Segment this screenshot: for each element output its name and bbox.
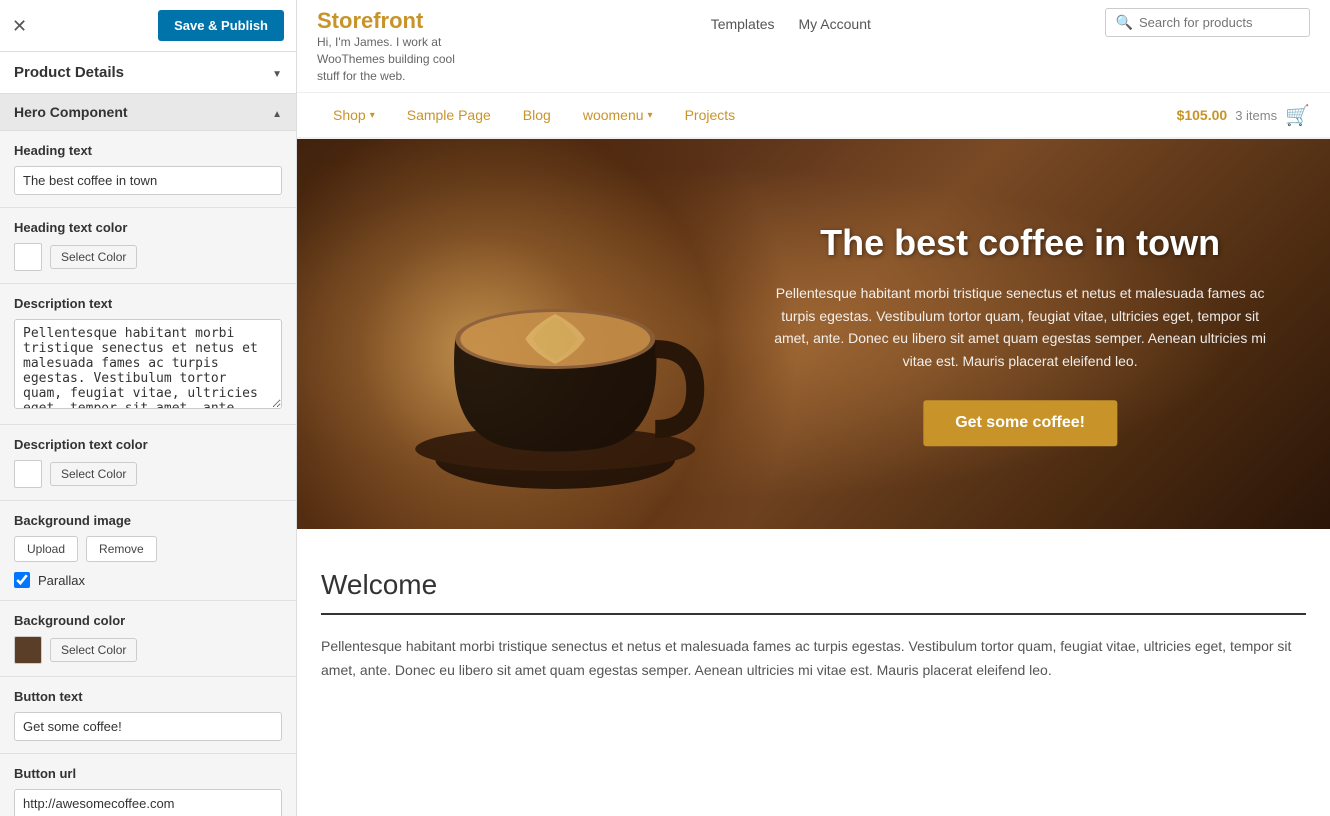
hero-button[interactable]: Get some coffee! bbox=[923, 400, 1117, 446]
description-text-input[interactable]: Pellentesque habitant morbi tristique se… bbox=[14, 319, 282, 409]
button-url-input[interactable] bbox=[14, 789, 282, 816]
save-publish-button[interactable]: Save & Publish bbox=[158, 10, 284, 41]
hero-coffee-image bbox=[297, 139, 814, 529]
background-color-label: Background color bbox=[14, 613, 282, 628]
heading-text-label: Heading text bbox=[14, 143, 282, 158]
button-url-label: Button url bbox=[14, 766, 282, 781]
welcome-text: Pellentesque habitant morbi tristique se… bbox=[321, 635, 1306, 683]
hero-content: The best coffee in town Pellentesque hab… bbox=[762, 223, 1279, 447]
cart-items: 3 items bbox=[1235, 108, 1277, 123]
background-color-section: Background color Select Color bbox=[0, 601, 296, 677]
store-name: Storefront bbox=[317, 8, 477, 34]
button-text-section: Button text bbox=[0, 677, 296, 754]
heading-text-section: Heading text bbox=[0, 131, 296, 208]
nav-sample-page[interactable]: Sample Page bbox=[391, 93, 507, 137]
heading-color-section: Heading text color Select Color bbox=[0, 208, 296, 284]
heading-color-swatch[interactable] bbox=[14, 243, 42, 271]
description-text-label: Description text bbox=[14, 296, 282, 311]
nav2-links: Shop ▾ Sample Page Blog woomenu ▾ Projec… bbox=[317, 93, 751, 137]
search-icon: 🔍 bbox=[1116, 14, 1133, 31]
hero-component-header: Hero Component bbox=[0, 94, 296, 131]
cart-area: $105.00 3 items 🛒 bbox=[1177, 103, 1310, 128]
hero-description: Pellentesque habitant morbi tristique se… bbox=[762, 283, 1279, 373]
product-details-label: Product Details bbox=[14, 64, 124, 81]
hero-heading: The best coffee in town bbox=[762, 223, 1279, 265]
search-input[interactable] bbox=[1139, 15, 1299, 30]
store-tagline: Hi, I'm James. I work at WooThemes build… bbox=[317, 34, 477, 84]
description-color-row: Select Color bbox=[14, 460, 282, 488]
background-image-label: Background image bbox=[14, 513, 282, 528]
background-image-buttons: Upload Remove bbox=[14, 536, 282, 562]
nav-blog[interactable]: Blog bbox=[507, 93, 567, 137]
shop-arrow: ▾ bbox=[370, 110, 375, 121]
cart-total: $105.00 bbox=[1177, 107, 1228, 123]
nav-projects[interactable]: Projects bbox=[669, 93, 752, 137]
parallax-label: Parallax bbox=[38, 573, 85, 588]
welcome-title: Welcome bbox=[321, 569, 1306, 601]
hero-component-chevron[interactable] bbox=[272, 104, 282, 120]
button-text-input[interactable] bbox=[14, 712, 282, 741]
cart-icon[interactable]: 🛒 bbox=[1285, 103, 1310, 128]
hero-component-label: Hero Component bbox=[14, 104, 128, 120]
description-select-color-button[interactable]: Select Color bbox=[50, 462, 137, 486]
button-url-section: Button url bbox=[0, 754, 296, 816]
woomenu-arrow: ▾ bbox=[648, 110, 653, 121]
description-text-section: Description text Pellentesque habitant m… bbox=[0, 284, 296, 425]
product-details-header: Product Details bbox=[0, 52, 296, 94]
heading-color-row: Select Color bbox=[14, 243, 282, 271]
description-color-section: Description text color Select Color bbox=[0, 425, 296, 501]
heading-color-label: Heading text color bbox=[14, 220, 282, 235]
hero-section: The best coffee in town Pellentesque hab… bbox=[297, 139, 1330, 529]
welcome-section: Welcome Pellentesque habitant morbi tris… bbox=[297, 529, 1330, 707]
close-button[interactable]: ✕ bbox=[12, 17, 27, 35]
right-panel: Storefront Hi, I'm James. I work at WooT… bbox=[297, 0, 1330, 816]
nav-woomenu[interactable]: woomenu ▾ bbox=[567, 93, 669, 137]
product-details-chevron[interactable] bbox=[272, 64, 282, 81]
parallax-row: Parallax bbox=[14, 572, 282, 588]
store-search-box: 🔍 bbox=[1105, 8, 1310, 37]
heading-text-input[interactable] bbox=[14, 166, 282, 195]
my-account-link[interactable]: My Account bbox=[799, 16, 871, 32]
upload-button[interactable]: Upload bbox=[14, 536, 78, 562]
left-panel: ✕ Save & Publish Product Details Hero Co… bbox=[0, 0, 297, 816]
background-image-section: Background image Upload Remove Parallax bbox=[0, 501, 296, 601]
background-color-row: Select Color bbox=[14, 636, 282, 664]
store-secondary-nav: Shop ▾ Sample Page Blog woomenu ▾ Projec… bbox=[297, 93, 1330, 139]
button-text-label: Button text bbox=[14, 689, 282, 704]
parallax-checkbox[interactable] bbox=[14, 572, 30, 588]
description-color-label: Description text color bbox=[14, 437, 282, 452]
background-select-color-button[interactable]: Select Color bbox=[50, 638, 137, 662]
heading-select-color-button[interactable]: Select Color bbox=[50, 245, 137, 269]
nav-shop[interactable]: Shop ▾ bbox=[317, 93, 391, 137]
description-color-swatch[interactable] bbox=[14, 460, 42, 488]
templates-link[interactable]: Templates bbox=[711, 16, 775, 32]
store-logo-area: Storefront Hi, I'm James. I work at WooT… bbox=[317, 8, 477, 84]
store-header: Storefront Hi, I'm James. I work at WooT… bbox=[297, 0, 1330, 93]
welcome-divider bbox=[321, 613, 1306, 615]
top-bar: ✕ Save & Publish bbox=[0, 0, 296, 52]
background-color-swatch[interactable] bbox=[14, 636, 42, 664]
remove-button[interactable]: Remove bbox=[86, 536, 157, 562]
store-top-nav: Templates My Account bbox=[711, 8, 871, 32]
